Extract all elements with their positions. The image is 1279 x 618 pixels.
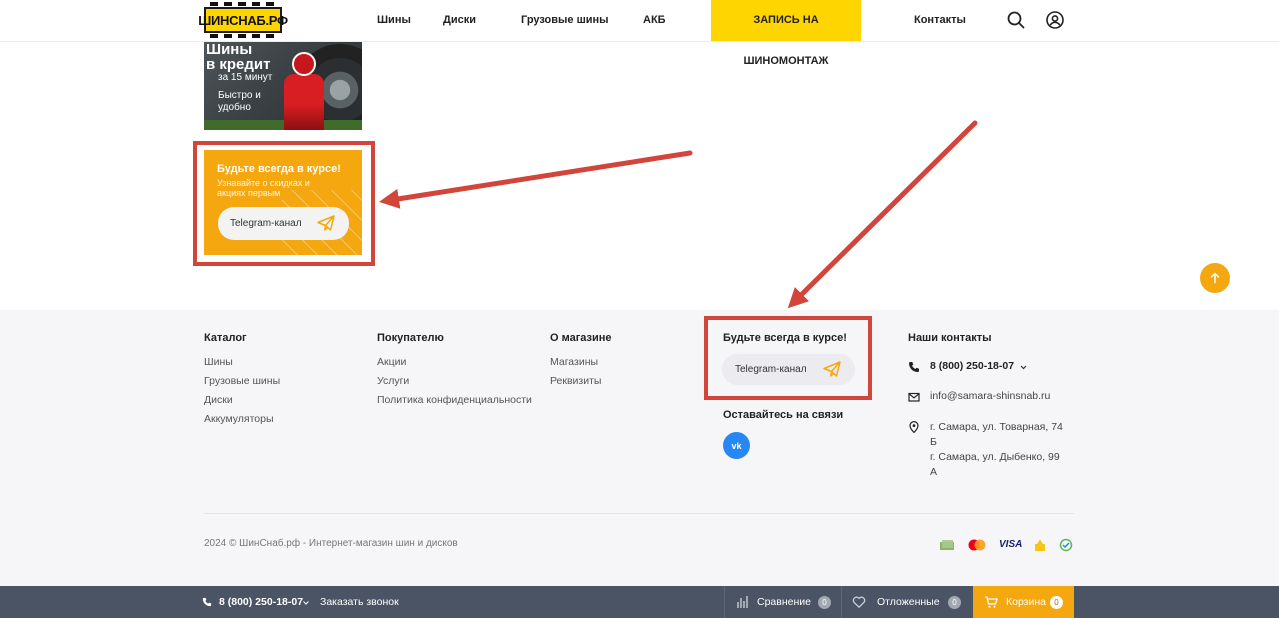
footer-link-wheels[interactable]: Диски bbox=[204, 394, 233, 406]
phone-icon bbox=[909, 362, 919, 372]
mail-icon bbox=[908, 392, 920, 402]
footer-email[interactable]: info@samara-shinsnab.ru bbox=[930, 389, 1050, 404]
sbp-icon bbox=[1059, 538, 1073, 552]
site-logo[interactable]: ШИНСНАБ.РФ bbox=[198, 2, 288, 38]
promo-title: Будьте всегда в курсе! bbox=[217, 163, 341, 175]
nav-wheels[interactable]: Диски bbox=[443, 0, 476, 41]
arrow-up-icon bbox=[1210, 272, 1220, 284]
footer-link-privacy-policy[interactable]: Политика конфиденциальности bbox=[377, 394, 532, 406]
footer-link-promotions[interactable]: Акции bbox=[377, 356, 406, 368]
cart-button[interactable]: Корзина 0 bbox=[973, 586, 1074, 618]
footer-address1-line1: г. Самара, ул. Товарная, 74 bbox=[930, 421, 1063, 433]
footer-link-requisites[interactable]: Реквизиты bbox=[550, 375, 601, 387]
telegram-channel-label: Telegram-канал bbox=[230, 218, 302, 229]
copyright-text: 2024 © ШинСнаб.рф - Интернет-магазин шин… bbox=[204, 538, 458, 549]
cart-icon bbox=[985, 596, 998, 608]
bottom-separator bbox=[841, 586, 842, 618]
favorites-count-badge: 0 bbox=[948, 596, 961, 609]
motorcyclist-image bbox=[282, 52, 326, 130]
location-pin-icon bbox=[909, 421, 919, 433]
cart-label: Корзина bbox=[1006, 596, 1046, 608]
promo-subtitle: Узнавайте о скидках и акциях первым bbox=[217, 178, 310, 198]
nav-batteries[interactable]: АКБ bbox=[643, 0, 666, 41]
cash-icon bbox=[940, 540, 954, 550]
footer-address2-line1: г. Самара, ул. Дыбенко, 99 bbox=[930, 451, 1060, 463]
tire-service-booking-button[interactable]: ЗАПИСЬ НА ШИНОМОНТАЖ bbox=[711, 0, 861, 67]
footer-contacts-title: Наши контакты bbox=[908, 332, 992, 344]
paper-plane-icon bbox=[823, 361, 841, 377]
scroll-to-top-button[interactable] bbox=[1200, 263, 1230, 293]
credit-banner-line3: за 15 минут bbox=[218, 72, 273, 83]
visa-icon: VISA bbox=[999, 539, 1023, 550]
compare-icon bbox=[737, 596, 748, 608]
heart-icon bbox=[852, 596, 866, 609]
chevron-down-icon[interactable] bbox=[1020, 365, 1027, 370]
footer-telegram-channel-button[interactable]: Telegram-канал bbox=[722, 354, 855, 385]
annotation-arrow-footer bbox=[787, 120, 978, 309]
annotation-arrow-promo bbox=[379, 150, 693, 209]
compare-count-badge: 0 bbox=[818, 596, 831, 609]
footer-catalog-title: Каталог bbox=[204, 332, 247, 344]
credit-banner-line4: Быстро и удобно bbox=[218, 90, 261, 113]
vk-icon[interactable]: vk bbox=[723, 432, 750, 459]
chevron-down-icon[interactable] bbox=[303, 601, 309, 605]
footer-divider bbox=[204, 513, 1074, 514]
footer-subscribe-title: Будьте всегда в курсе! bbox=[723, 332, 847, 344]
paper-plane-icon bbox=[317, 215, 335, 231]
footer-link-stores[interactable]: Магазины bbox=[550, 356, 598, 368]
footer-address2-line2: А bbox=[930, 466, 938, 478]
user-icon[interactable] bbox=[1045, 10, 1065, 30]
wallet-icon bbox=[1035, 539, 1045, 551]
bottom-bar: 8 (800) 250-18-07 Заказать звонок Сравне… bbox=[0, 586, 1279, 618]
site-footer: Каталог Шины Грузовые шины Диски Аккумул… bbox=[0, 310, 1279, 586]
telegram-channel-button[interactable]: Telegram-канал bbox=[218, 207, 349, 240]
favorites-link[interactable]: Отложенные bbox=[877, 586, 940, 618]
nav-tires[interactable]: Шины bbox=[377, 0, 411, 41]
footer-about-title: О магазине bbox=[550, 332, 612, 344]
mastercard-icon bbox=[968, 539, 986, 551]
bottom-separator bbox=[724, 586, 725, 618]
credit-banner-line2: в кредит bbox=[206, 56, 271, 73]
footer-link-tires[interactable]: Шины bbox=[204, 356, 233, 368]
search-icon[interactable] bbox=[1006, 10, 1026, 30]
footer-link-services[interactable]: Услуги bbox=[377, 375, 409, 387]
nav-contacts[interactable]: Контакты bbox=[914, 0, 966, 41]
request-callback-link[interactable]: Заказать звонок bbox=[320, 586, 399, 618]
footer-address1-line2: Б bbox=[930, 436, 937, 448]
footer-social-title: Оставайтесь на связи bbox=[723, 409, 844, 421]
cart-count-badge: 0 bbox=[1050, 596, 1063, 609]
footer-phone[interactable]: 8 (800) 250-18-07 bbox=[930, 359, 1014, 374]
phone-icon bbox=[202, 597, 212, 607]
footer-link-truck-tires[interactable]: Грузовые шины bbox=[204, 375, 280, 387]
credit-banner[interactable]: Шины в кредит за 15 минут Быстро и удобн… bbox=[204, 42, 362, 130]
compare-link[interactable]: Сравнение bbox=[757, 586, 811, 618]
footer-buyer-title: Покупателю bbox=[377, 332, 444, 344]
footer-telegram-channel-label: Telegram-канал bbox=[735, 364, 807, 375]
footer-link-batteries[interactable]: Аккумуляторы bbox=[204, 413, 274, 425]
nav-truck-tires[interactable]: Грузовые шины bbox=[521, 0, 609, 41]
telegram-promo-card: Будьте всегда в курсе! Узнавайте о скидк… bbox=[204, 150, 362, 255]
bottom-phone[interactable]: 8 (800) 250-18-07 bbox=[219, 586, 303, 618]
site-header: ШИНСНАБ.РФ Шины Диски Грузовые шины АКБ … bbox=[0, 0, 1279, 67]
credit-banner-line1: Шины bbox=[206, 42, 253, 58]
